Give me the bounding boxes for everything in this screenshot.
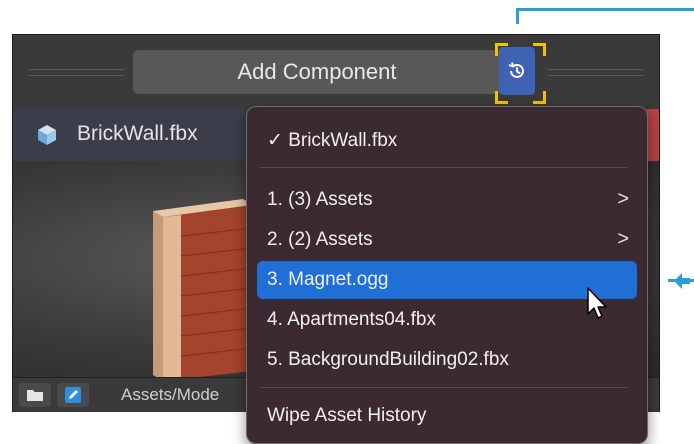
menu-item-history-1[interactable]: 1. (3) Assets xyxy=(267,189,373,211)
menu-separator xyxy=(259,167,627,168)
folder-button[interactable] xyxy=(19,383,51,407)
menu-item-history-5[interactable]: 5. BackgroundBuilding02.fbx xyxy=(267,349,509,371)
asset-history-menu: ✓ BrickWall.fbx 1. (3) Assets > 2. (2) A… xyxy=(246,106,648,444)
highlight-corner-top-right xyxy=(533,43,546,56)
callout-line-top-tick xyxy=(516,8,519,24)
pencil-icon xyxy=(65,387,81,403)
menu-item-history-2[interactable]: 2. (2) Assets xyxy=(267,229,373,251)
menu-item-current-asset[interactable]: ✓ BrickWall.fbx xyxy=(267,129,397,152)
edit-button[interactable] xyxy=(57,383,89,407)
highlight-corner-top-left xyxy=(495,43,508,56)
asset-path: Assets/Mode xyxy=(121,385,220,404)
history-icon xyxy=(508,62,524,78)
highlight-corner-bottom-right xyxy=(533,91,546,104)
menu-item-history-3[interactable]: 3. Magnet.ogg xyxy=(267,269,388,291)
highlight-corner-bottom-left xyxy=(495,91,508,104)
add-component-button[interactable]: Add Component xyxy=(133,50,501,94)
mouse-cursor-icon xyxy=(587,287,607,319)
callout-line-top xyxy=(516,8,694,11)
chevron-right-icon: > xyxy=(617,228,629,250)
toolbar-divider-left xyxy=(29,69,125,70)
header-accent-strip xyxy=(647,109,659,161)
asset-name: BrickWall.fbx xyxy=(77,122,198,145)
menu-separator xyxy=(259,387,627,388)
brick-wall-model xyxy=(153,199,254,381)
cube-icon xyxy=(38,125,56,145)
toolbar-divider-right-2 xyxy=(547,75,643,76)
toolbar-divider-right xyxy=(547,69,643,70)
menu-item-history-4[interactable]: 4. Apartments04.fbx xyxy=(267,309,436,331)
toolbar-divider-left-2 xyxy=(29,75,125,76)
folder-icon xyxy=(27,390,43,401)
callout-arrow-icon xyxy=(674,273,690,289)
component-toolbar: Add Component xyxy=(13,35,659,109)
menu-item-wipe-history[interactable]: Wipe Asset History xyxy=(267,405,426,427)
chevron-right-icon: > xyxy=(617,188,629,210)
